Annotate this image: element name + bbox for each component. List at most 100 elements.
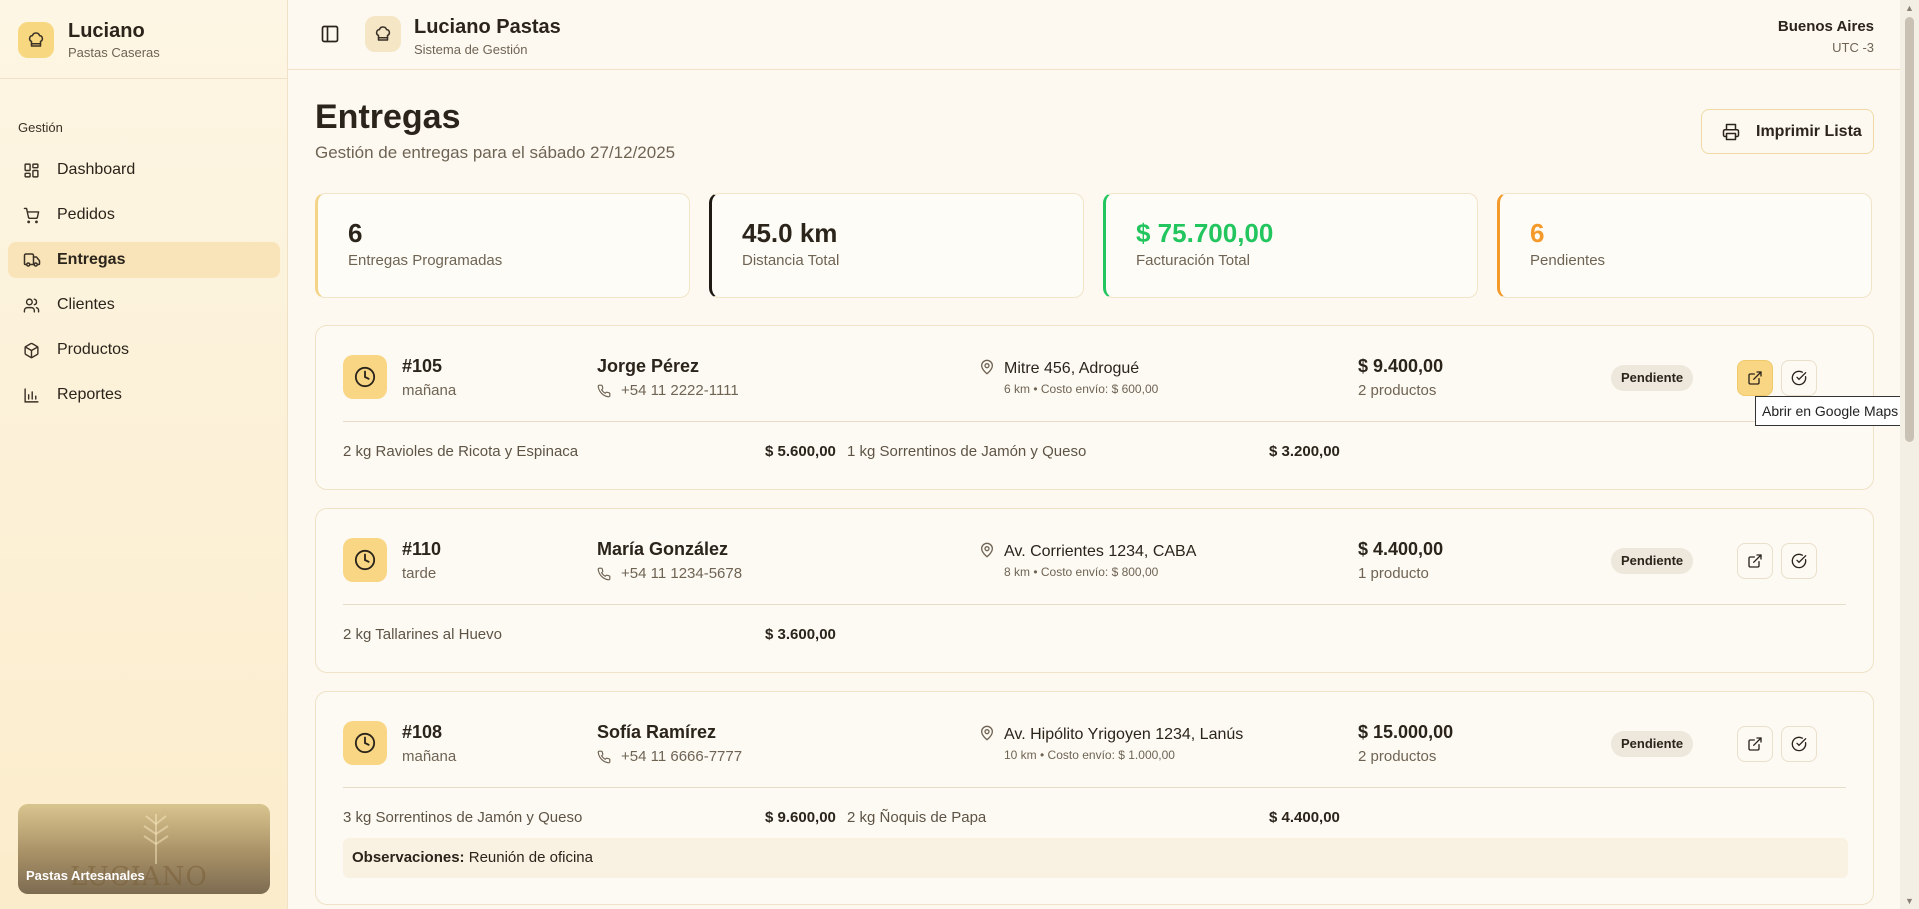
sidebar-item-pedidos[interactable]: Pedidos <box>8 197 280 233</box>
timezone-city: Buenos Aires <box>1777 18 1874 35</box>
delivery-meta: 10 km • Costo envío: $ 1.000,00 <box>1004 748 1175 762</box>
phone-number: +54 11 2222-1111 <box>621 382 739 399</box>
delivery-meta: 8 km • Costo envío: $ 800,00 <box>1004 565 1159 579</box>
bar-chart-icon <box>23 386 41 404</box>
chef-hat-icon <box>365 16 401 52</box>
client-name: Sofía Ramírez <box>597 722 717 742</box>
order-item-name: 3 kg Sorrentinos de Jamón y Queso <box>343 809 583 826</box>
order-item-price: $ 5.600,00 <box>765 443 836 460</box>
check-circle-icon <box>1791 736 1807 752</box>
wheat-icon <box>143 814 169 864</box>
sidebar-item-label: Clientes <box>57 296 115 313</box>
sidebar-item-clientes[interactable]: Clientes <box>8 287 280 323</box>
scroll-up-arrow[interactable]: ▲ <box>1903 3 1916 13</box>
order-item-price: $ 9.600,00 <box>765 809 836 826</box>
nav-group-label: Gestión <box>18 120 63 135</box>
order-item-price: $ 3.600,00 <box>765 626 836 643</box>
sidebar-item-label: Reportes <box>57 386 122 403</box>
delivery-id: #105 <box>402 356 443 376</box>
delivery-product-count: 2 productos <box>1358 382 1437 399</box>
observations-label: Observaciones: <box>352 849 465 866</box>
box-icon <box>23 341 41 359</box>
phone-icon <box>597 750 611 764</box>
external-link-icon <box>1748 737 1762 751</box>
map-pin-icon <box>979 542 995 558</box>
observations-text: Reunión de oficina <box>468 849 593 866</box>
card-divider <box>343 787 1846 788</box>
external-link-icon <box>1748 554 1762 568</box>
open-maps-button[interactable] <box>1737 726 1773 762</box>
delivery-id: #108 <box>402 722 443 742</box>
scrollbar-thumb[interactable] <box>1905 17 1914 442</box>
mark-delivered-button[interactable] <box>1781 360 1817 396</box>
order-item-name: 1 kg Sorrentinos de Jamón y Queso <box>847 443 1087 460</box>
open-maps-button[interactable] <box>1737 543 1773 579</box>
dashboard-icon <box>23 161 41 179</box>
delivery-address: Mitre 456, Adrogué <box>1004 360 1140 377</box>
header-title: Luciano Pastas <box>414 16 561 38</box>
client-phone[interactable]: +54 11 2222-1111 <box>597 382 739 399</box>
card-divider <box>343 604 1846 605</box>
delivery-slot: tarde <box>402 565 437 582</box>
page-title: Entregas <box>315 98 461 136</box>
status-badge: Pendiente <box>1611 731 1694 757</box>
map-pin-icon <box>979 359 995 375</box>
sidebar-toggle-icon[interactable] <box>320 24 340 44</box>
maps-tooltip: Abrir en Google Maps <box>1755 396 1906 426</box>
observations-box: Observaciones: Reunión de oficina <box>343 838 1848 878</box>
stat-value: 6 <box>348 218 363 248</box>
delivery-product-count: 1 producto <box>1358 565 1429 582</box>
printer-icon <box>1722 123 1740 141</box>
mark-delivered-button[interactable] <box>1781 726 1817 762</box>
delivery-product-count: 2 productos <box>1358 748 1437 765</box>
client-phone[interactable]: +54 11 1234-5678 <box>597 565 742 582</box>
sidebar-item-label: Entregas <box>57 251 126 268</box>
order-item-price: $ 3.200,00 <box>1269 443 1340 460</box>
sidebar-item-label: Pedidos <box>57 206 115 223</box>
print-list-button[interactable]: Imprimir Lista <box>1701 109 1874 154</box>
brand[interactable]: Luciano Pastas Caseras <box>18 20 160 60</box>
page-subtitle: Gestión de entregas para el sábado 27/12… <box>315 143 676 162</box>
delivery-id: #110 <box>402 539 442 559</box>
sidebar: Luciano Pastas Caseras Gestión Dashboard… <box>0 0 288 909</box>
sidebar-item-productos[interactable]: Productos <box>8 332 280 368</box>
clock-icon <box>343 538 387 582</box>
stat-card-distance: 45.0 km Distancia Total <box>709 193 1084 298</box>
sidebar-item-label: Productos <box>57 341 130 358</box>
stat-value: 6 <box>1530 218 1545 248</box>
truck-icon <box>23 251 41 269</box>
cart-icon <box>23 206 41 224</box>
delivery-address: Av. Corrientes 1234, CABA <box>1004 543 1197 560</box>
brand-subtitle: Pastas Caseras <box>68 45 160 60</box>
scroll-down-arrow[interactable]: ▼ <box>1903 896 1916 906</box>
mark-delivered-button[interactable] <box>1781 543 1817 579</box>
delivery-slot: mañana <box>402 382 457 399</box>
delivery-card: #105 mañana Jorge Pérez +54 11 2222-1111… <box>315 325 1874 490</box>
client-name: María González <box>597 539 729 559</box>
external-link-icon <box>1748 371 1762 385</box>
delivery-total: $ 15.000,00 <box>1358 722 1454 742</box>
check-circle-icon <box>1791 370 1807 386</box>
stat-value: $ 75.700,00 <box>1136 218 1274 248</box>
client-name: Jorge Pérez <box>597 356 700 376</box>
users-icon <box>23 296 41 314</box>
stat-value: 45.0 km <box>742 218 838 248</box>
card-divider <box>343 421 1846 422</box>
sidebar-item-dashboard[interactable]: Dashboard <box>8 152 280 188</box>
delivery-card: #110 tarde María González +54 11 1234-56… <box>315 508 1874 673</box>
chef-hat-icon <box>18 22 54 58</box>
timezone-offset: UTC -3 <box>1832 40 1874 55</box>
delivery-slot: mañana <box>402 748 457 765</box>
phone-number: +54 11 1234-5678 <box>621 565 743 582</box>
promo-card: LUCIANO Pastas Artesanales <box>18 804 270 894</box>
stat-label: Entregas Programadas <box>348 252 503 269</box>
delivery-total: $ 9.400,00 <box>1358 356 1444 376</box>
sidebar-item-reportes[interactable]: Reportes <box>8 377 280 413</box>
order-item-name: 2 kg Tallarines al Huevo <box>343 626 502 643</box>
client-phone[interactable]: +54 11 6666-7777 <box>597 748 742 765</box>
sidebar-divider <box>0 78 288 79</box>
stat-label: Pendientes <box>1530 252 1606 269</box>
header-subtitle: Sistema de Gestión <box>414 42 528 57</box>
open-maps-button[interactable] <box>1737 360 1773 396</box>
sidebar-item-entregas[interactable]: Entregas <box>8 242 280 278</box>
